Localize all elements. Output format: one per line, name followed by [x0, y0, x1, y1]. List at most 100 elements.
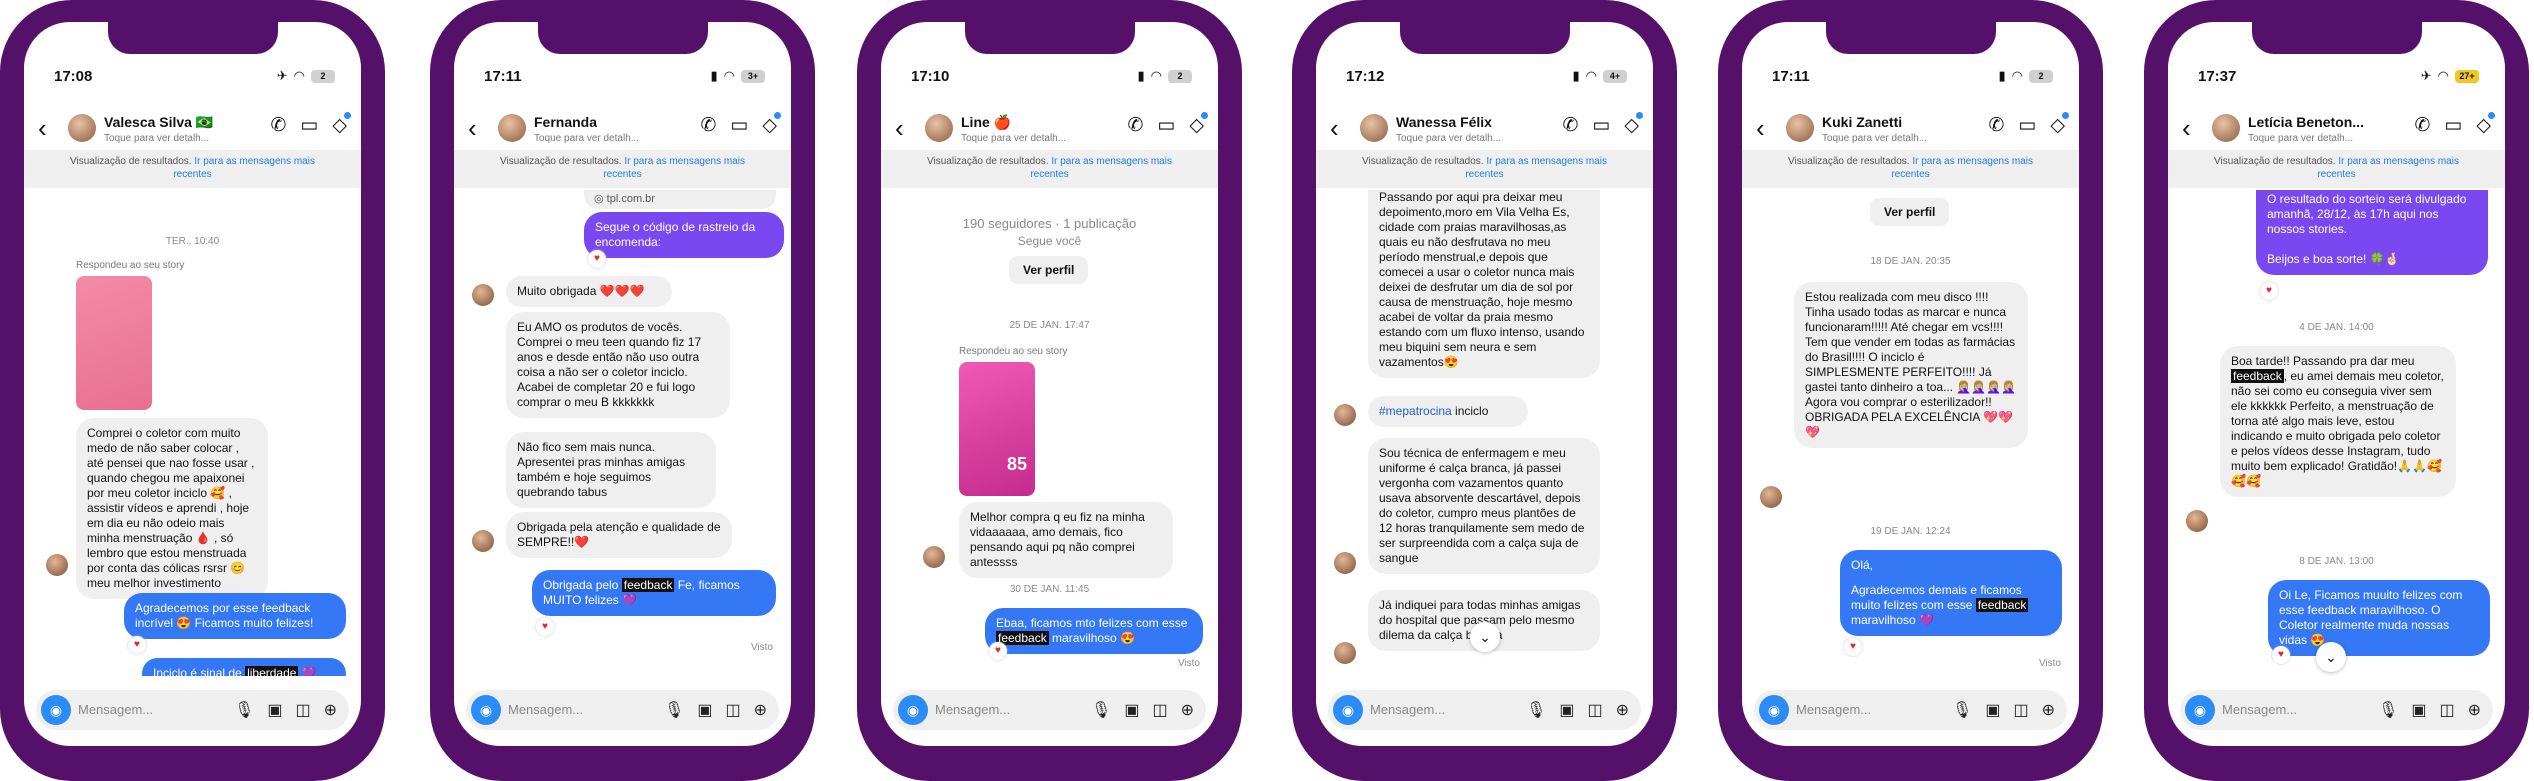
- message-thread[interactable]: 190 seguidores · 1 publicação Segue você…: [881, 190, 1218, 676]
- back-arrow-icon[interactable]: ‹: [38, 115, 47, 141]
- microphone-icon[interactable]: 🎙: [664, 700, 684, 720]
- plus-icon[interactable]: ⊕: [2468, 700, 2481, 720]
- microphone-icon[interactable]: 🎙: [234, 700, 254, 720]
- latest-messages-link[interactable]: Ir para as mensagens mais recentes: [603, 156, 745, 180]
- sticker-icon[interactable]: ◫: [2439, 700, 2454, 720]
- microphone-icon[interactable]: 🎙: [1952, 700, 1972, 720]
- back-arrow-icon[interactable]: ‹: [895, 115, 904, 141]
- message-thread[interactable]: Ver perfil 18 DE JAN. 20:35 Estou realiz…: [1742, 190, 2079, 676]
- message-thread[interactable]: ◎ tpl.com.br Segue o código de rastreio …: [454, 190, 791, 676]
- microphone-icon[interactable]: 🎙: [2378, 700, 2398, 720]
- chevron-down-icon[interactable]: ⌄: [1470, 622, 1500, 652]
- microphone-icon[interactable]: 🎙: [1526, 700, 1546, 720]
- plus-icon[interactable]: ⊕: [324, 700, 337, 720]
- camera-icon[interactable]: ◉: [1333, 695, 1363, 725]
- contact-name[interactable]: Letícia Beneton...: [2248, 114, 2364, 130]
- view-profile-button[interactable]: Ver perfil: [1870, 198, 1950, 226]
- contact-name[interactable]: Fernanda: [534, 114, 597, 130]
- latest-messages-link[interactable]: Ir para as mensagens mais recentes: [2317, 156, 2459, 180]
- phone-call-icon[interactable]: ✆: [2415, 116, 2431, 136]
- gallery-icon[interactable]: ▣: [1559, 700, 1574, 720]
- sticker-icon[interactable]: ◫: [1587, 700, 1602, 720]
- back-arrow-icon[interactable]: ‹: [468, 115, 477, 141]
- gallery-icon[interactable]: ▣: [1124, 700, 1139, 720]
- story-thumbnail[interactable]: [76, 276, 152, 410]
- phone-call-icon[interactable]: ✆: [701, 116, 717, 136]
- message-received: Estou realizada com meu disco !!!! Tinha…: [1794, 282, 2028, 448]
- tag-icon[interactable]: ◇: [1189, 112, 1208, 136]
- contact-subtitle[interactable]: Toque para ver detalh...: [961, 133, 1066, 144]
- video-call-icon[interactable]: ▭: [1592, 116, 1610, 136]
- message-received: Eu AMO os produtos de vocês. Comprei o m…: [506, 312, 730, 418]
- avatar[interactable]: [2212, 114, 2240, 142]
- contact-subtitle[interactable]: Toque para ver detalh...: [1396, 133, 1501, 144]
- back-arrow-icon[interactable]: ‹: [1756, 115, 1765, 141]
- latest-messages-link[interactable]: Ir para as mensagens mais recentes: [1465, 156, 1607, 180]
- video-call-icon[interactable]: ▭: [1157, 116, 1175, 136]
- gallery-icon[interactable]: ▣: [697, 700, 712, 720]
- microphone-icon[interactable]: 🎙: [1091, 700, 1111, 720]
- contact-subtitle[interactable]: Toque para ver detalh...: [1822, 133, 1927, 144]
- sticker-icon[interactable]: ◫: [295, 700, 310, 720]
- camera-icon[interactable]: ◉: [471, 695, 501, 725]
- message-input[interactable]: Mensagem...: [1796, 702, 1871, 717]
- message-input[interactable]: Mensagem...: [78, 702, 153, 717]
- latest-messages-link[interactable]: Ir para as mensagens mais recentes: [1030, 156, 1172, 180]
- tag-icon[interactable]: ◇: [762, 112, 781, 136]
- camera-icon[interactable]: ◉: [41, 695, 71, 725]
- contact-subtitle[interactable]: Toque para ver detalh...: [2248, 133, 2353, 144]
- sticker-icon[interactable]: ◫: [2013, 700, 2028, 720]
- sticker-icon[interactable]: ◫: [725, 700, 740, 720]
- phone-call-icon[interactable]: ✆: [1989, 116, 2005, 136]
- camera-icon[interactable]: ◉: [2185, 695, 2215, 725]
- message-input[interactable]: Mensagem...: [935, 702, 1010, 717]
- phone-call-icon[interactable]: ✆: [1563, 116, 1579, 136]
- plus-icon[interactable]: ⊕: [1616, 700, 1629, 720]
- contact-name[interactable]: Wanessa Félix: [1396, 114, 1492, 130]
- plus-icon[interactable]: ⊕: [754, 700, 767, 720]
- latest-messages-link[interactable]: Ir para as mensagens mais recentes: [1891, 156, 2033, 180]
- story-thumbnail[interactable]: 85: [959, 362, 1035, 496]
- avatar[interactable]: [1360, 114, 1388, 142]
- plus-icon[interactable]: ⊕: [1181, 700, 1194, 720]
- sticker-icon[interactable]: ◫: [1152, 700, 1167, 720]
- link-preview[interactable]: ◎ tpl.com.br: [584, 190, 776, 209]
- tag-icon[interactable]: ◇: [1624, 112, 1643, 136]
- message-input[interactable]: Mensagem...: [1370, 702, 1445, 717]
- message-thread[interactable]: Passando por aqui pra deixar meu depoime…: [1316, 190, 1653, 676]
- back-arrow-icon[interactable]: ‹: [1330, 115, 1339, 141]
- avatar[interactable]: [498, 114, 526, 142]
- gallery-icon[interactable]: ▣: [2411, 700, 2426, 720]
- back-arrow-icon[interactable]: ‹: [2182, 115, 2191, 141]
- chevron-down-icon[interactable]: ⌄: [2316, 642, 2346, 672]
- tag-icon[interactable]: ◇: [332, 112, 351, 136]
- latest-messages-link[interactable]: Ir para as mensagens mais recentes: [173, 156, 315, 180]
- camera-icon[interactable]: ◉: [1759, 695, 1789, 725]
- message-thread[interactable]: TER., 10:40 Respondeu ao seu story Compr…: [24, 190, 361, 676]
- gallery-icon[interactable]: ▣: [1985, 700, 2000, 720]
- message-input[interactable]: Mensagem...: [2222, 702, 2297, 717]
- contact-name[interactable]: Kuki Zanetti: [1822, 114, 1902, 130]
- story-reply-label: Respondeu ao seu story: [76, 260, 185, 271]
- tag-icon[interactable]: ◇: [2476, 112, 2495, 136]
- avatar[interactable]: [68, 114, 96, 142]
- message-input[interactable]: Mensagem...: [508, 702, 583, 717]
- video-call-icon[interactable]: ▭: [2444, 116, 2462, 136]
- contact-subtitle[interactable]: Toque para ver detalh...: [534, 133, 639, 144]
- phone-call-icon[interactable]: ✆: [1128, 116, 1144, 136]
- camera-icon[interactable]: ◉: [898, 695, 928, 725]
- tag-icon[interactable]: ◇: [2050, 112, 2069, 136]
- avatar[interactable]: [1786, 114, 1814, 142]
- view-profile-button[interactable]: Ver perfil: [1009, 256, 1089, 284]
- video-call-icon[interactable]: ▭: [730, 116, 748, 136]
- avatar[interactable]: [925, 114, 953, 142]
- gallery-icon[interactable]: ▣: [267, 700, 282, 720]
- video-call-icon[interactable]: ▭: [2018, 116, 2036, 136]
- contact-name[interactable]: Valesca Silva 🇧🇷: [104, 114, 213, 131]
- contact-name[interactable]: Line 🍎: [961, 114, 1011, 131]
- video-call-icon[interactable]: ▭: [300, 116, 318, 136]
- plus-icon[interactable]: ⊕: [2042, 700, 2055, 720]
- message-thread[interactable]: O resultado do sorteio será divulgado am…: [2168, 190, 2505, 676]
- phone-call-icon[interactable]: ✆: [271, 116, 287, 136]
- contact-subtitle[interactable]: Toque para ver detalh...: [104, 133, 209, 144]
